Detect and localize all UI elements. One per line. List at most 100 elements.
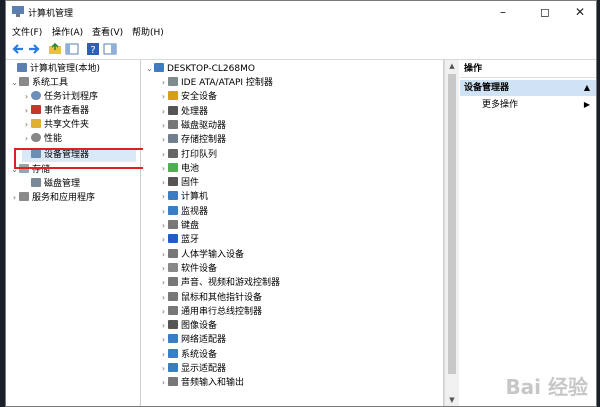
chevron-right-icon[interactable]: ›: [159, 248, 168, 262]
back-arrow-icon[interactable]: [11, 42, 25, 56]
chevron-right-icon[interactable]: ›: [159, 119, 168, 133]
device-category-item[interactable]: › 固件: [159, 176, 199, 190]
scrollbar-thumb[interactable]: [448, 74, 456, 374]
menu-action[interactable]: 操作(A): [52, 25, 83, 38]
chevron-right-icon[interactable]: ›: [159, 276, 168, 290]
tree-item-disk-management[interactable]: 磁盘管理: [22, 177, 80, 191]
chevron-right-icon[interactable]: ›: [159, 76, 168, 90]
tree-item-system-tools[interactable]: ⌄ 系统工具: [10, 76, 68, 90]
chevron-right-icon[interactable]: ›: [22, 90, 31, 104]
tree-item-performance[interactable]: › 性能: [22, 132, 62, 146]
chevron-right-icon[interactable]: ›: [159, 305, 168, 319]
services-icon: [19, 192, 29, 201]
device-category-item[interactable]: › 通用串行总线控制器: [159, 305, 262, 319]
device-category-item[interactable]: › 蓝牙: [159, 233, 199, 247]
device-category-item[interactable]: › 监视器: [159, 205, 208, 219]
computer-icon: [17, 63, 27, 72]
device-category-item[interactable]: › 鼠标和其他指针设备: [159, 291, 262, 305]
up-folder-icon[interactable]: [48, 42, 62, 56]
chevron-right-icon[interactable]: ›: [159, 162, 168, 176]
chevron-down-icon[interactable]: ⌄: [10, 76, 19, 90]
chevron-right-icon[interactable]: ›: [22, 104, 31, 118]
properties-pane-icon[interactable]: [103, 42, 117, 56]
event-log-icon: [31, 105, 41, 114]
svg-text:?: ?: [90, 45, 95, 56]
device-tree-scrollbar[interactable]: ▲ ▼: [444, 60, 459, 406]
maximize-button[interactable]: ◻: [528, 1, 562, 23]
tree-item-shared-folders[interactable]: › 共享文件夹: [22, 118, 89, 132]
actions-section-device-manager[interactable]: 设备管理器 ▲: [460, 80, 596, 96]
chevron-right-icon[interactable]: ›: [159, 291, 168, 305]
chevron-right-icon[interactable]: ›: [159, 90, 168, 104]
show-hide-tree-icon[interactable]: [65, 42, 79, 56]
device-category-item[interactable]: › 安全设备: [159, 90, 217, 104]
bluetooth-icon: [168, 234, 178, 244]
device-category-item[interactable]: › 存储控制器: [159, 133, 226, 147]
security-icon: [168, 91, 178, 101]
device-category-item[interactable]: › 软件设备: [159, 262, 217, 276]
chevron-right-icon[interactable]: ›: [159, 190, 168, 204]
device-tree-root[interactable]: ⌄ DESKTOP-CL268MO: [145, 62, 255, 76]
device-category-item[interactable]: › 打印队列: [159, 148, 217, 162]
menu-view[interactable]: 查看(V): [92, 25, 123, 38]
storage-controller-icon: [168, 134, 178, 144]
chevron-right-icon[interactable]: ›: [159, 319, 168, 333]
chevron-right-icon[interactable]: ›: [159, 176, 168, 190]
tree-item-event-viewer[interactable]: › 事件查看器: [22, 104, 89, 118]
disk-drive-icon: [168, 119, 178, 129]
chevron-right-icon[interactable]: ›: [159, 205, 168, 219]
minimize-button[interactable]: –: [486, 1, 520, 23]
help-icon[interactable]: ?: [86, 42, 100, 56]
chevron-right-icon[interactable]: ›: [10, 191, 19, 205]
chevron-right-icon[interactable]: ›: [159, 105, 168, 119]
more-actions-item[interactable]: 更多操作: [482, 98, 518, 112]
tree-item-task-scheduler[interactable]: › 任务计划程序: [22, 90, 98, 104]
menu-file[interactable]: 文件(F): [12, 25, 42, 38]
tree-item-computer-management[interactable]: 计算机管理(本地): [8, 62, 100, 76]
collapse-up-icon[interactable]: ▲: [584, 80, 590, 96]
chevron-right-icon[interactable]: ›: [159, 148, 168, 162]
scroll-up-arrow-icon[interactable]: ▲: [445, 62, 459, 70]
computer-management-window: 计算机管理 – ◻ ✕ 文件(F) 操作(A) 查看(V) 帮助(H) ? 计算…: [5, 0, 597, 407]
chevron-right-icon[interactable]: ›: [159, 233, 168, 247]
mouse-icon: [168, 291, 178, 301]
computer-icon: [154, 63, 164, 72]
ide-icon: [168, 77, 178, 86]
monitor-icon: [168, 205, 178, 215]
device-category-item[interactable]: › 磁盘驱动器: [159, 119, 226, 133]
device-category-item[interactable]: › 显示适配器: [159, 362, 226, 376]
device-category-item[interactable]: › 音频输入和输出: [159, 376, 244, 390]
disk-icon: [31, 178, 41, 187]
scroll-down-arrow-icon[interactable]: ▼: [445, 396, 459, 404]
chevron-right-icon[interactable]: ›: [159, 362, 168, 376]
device-category-item[interactable]: › 电池: [159, 162, 199, 176]
device-category-item[interactable]: › 键盘: [159, 219, 199, 233]
device-category-item[interactable]: › 图像设备: [159, 319, 217, 333]
device-category-item[interactable]: › IDE ATA/ATAPI 控制器: [159, 76, 273, 90]
navigation-tree-pane: 计算机管理(本地) ⌄ 系统工具 › 任务计划程序 › 事件查看器 › 共享文件夹 › 性…: [6, 60, 141, 406]
cpu-icon: [168, 105, 178, 115]
device-category-item[interactable]: › 处理器: [159, 105, 208, 119]
device-category-item[interactable]: › 网络适配器: [159, 333, 226, 347]
device-category-item[interactable]: › 人体学输入设备: [159, 248, 244, 262]
chevron-right-icon[interactable]: ›: [22, 118, 31, 132]
chevron-right-icon[interactable]: ›: [159, 262, 168, 276]
chevron-right-icon[interactable]: ▶: [584, 100, 590, 109]
chevron-right-icon[interactable]: ›: [22, 132, 31, 146]
device-category-item[interactable]: › 声音、视频和游戏控制器: [159, 276, 280, 290]
chevron-right-icon[interactable]: ›: [159, 133, 168, 147]
chevron-down-icon[interactable]: ⌄: [145, 62, 154, 76]
chevron-right-icon[interactable]: ›: [159, 348, 168, 362]
chevron-right-icon[interactable]: ›: [159, 333, 168, 347]
firmware-icon: [168, 177, 178, 187]
menu-help[interactable]: 帮助(H): [132, 25, 164, 38]
close-button[interactable]: ✕: [563, 1, 596, 23]
forward-arrow-icon[interactable]: [27, 42, 41, 56]
device-category-item[interactable]: › 计算机: [159, 190, 208, 204]
chevron-right-icon[interactable]: ›: [159, 376, 168, 390]
chevron-right-icon[interactable]: ›: [159, 219, 168, 233]
tree-item-services-and-applications[interactable]: › 服务和应用程序: [10, 191, 95, 205]
highlight-box: [14, 148, 161, 169]
device-category-item[interactable]: › 系统设备: [159, 348, 217, 362]
camera-icon: [168, 320, 178, 330]
